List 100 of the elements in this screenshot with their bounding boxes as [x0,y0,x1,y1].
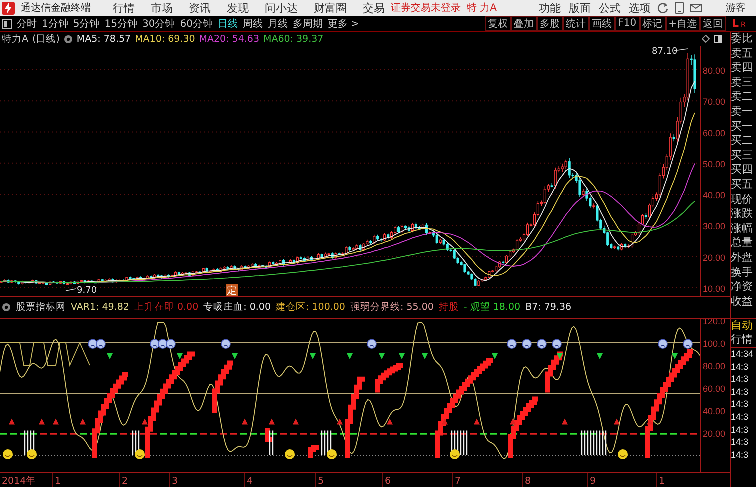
vertical-bars-drawing [24,430,35,456]
panel-icon[interactable] [714,35,722,43]
face-icon [96,339,106,350]
up-triangle-icon [387,418,393,425]
tool-button[interactable]: 统计 [563,16,590,31]
up-triangle-icon [647,418,653,425]
period-tab[interactable]: 5分钟 [73,16,100,30]
menu-item[interactable]: 交易 [363,0,385,16]
quote-field-label: 外盘 [731,250,754,266]
indicator-value: 强弱分界线: 55.00 [350,301,434,314]
vertical-bars-drawing [581,430,607,456]
up-triangle-icon [337,418,343,425]
period-tab[interactable]: 日线 [218,16,238,30]
tool-button[interactable]: 复权 [485,16,512,31]
menu-item[interactable]: 选项 [629,0,651,16]
indicator-value: 上升在即 0.00 [134,301,199,314]
quote-label[interactable]: 行情 [731,333,756,348]
smiley-icon [285,450,295,460]
axis-label: 60.00 [703,384,726,394]
down-triangle-icon [310,354,316,360]
time-label: 14:3 [731,373,750,386]
menu-item[interactable]: 市场 [151,0,173,16]
face-icon [507,339,517,350]
menu-item[interactable]: 资讯 [189,0,211,16]
phone-icon[interactable] [675,2,684,14]
date-label: 6 [385,476,392,487]
menu-item[interactable]: 功能 [539,0,561,16]
date-label: 9 [590,476,596,487]
period-tab[interactable]: 30分钟 [142,16,176,30]
period-tab[interactable]: 分时 [17,16,37,30]
period-tab[interactable]: 1分钟 [42,16,68,30]
face-icon [658,339,668,350]
settings-icon[interactable] [64,34,73,44]
menu-item[interactable]: 行情 [113,0,135,16]
period-tab[interactable]: 月线 [268,16,288,30]
tool-button[interactable]: 多股 [537,16,564,31]
leader-line [66,288,76,292]
date-label: 8 [525,476,532,487]
smiley-icon [618,450,628,460]
down-triangle-icon [422,354,428,360]
quote-field-label: 卖三 [731,76,754,90]
tool-button[interactable]: 叠加 [511,16,538,31]
up-triangle-icon [242,418,248,425]
date-label: 2014年 [2,476,36,487]
date-label: 5 [318,476,324,487]
axis-label: 80.00 [703,66,726,76]
down-triangle-icon [672,354,678,360]
up-triangle-icon [142,418,148,425]
period-tab[interactable]: 多周期 [292,16,323,30]
date-label: 2 [122,476,128,487]
face-icon [221,339,231,350]
down-triangle-icon [232,354,238,360]
quote-field-label: 收益 [731,294,754,310]
vertical-bars-drawing [451,430,468,456]
quote-field-label: 换手 [731,266,754,280]
face-icon [166,339,176,350]
refresh-icon[interactable] [657,2,669,14]
up-triangle-icon [80,418,86,425]
period-tab[interactable]: 60分钟 [180,16,213,30]
tool-button[interactable]: 标记 [640,16,666,31]
user-name[interactable]: 游客 [726,1,746,15]
indicator-value: - 观望 18.00 [464,301,521,314]
date-label: 3 [172,476,178,487]
envelope-icon[interactable] [690,3,702,13]
period-tab[interactable]: 周线 [242,16,263,30]
menu-item[interactable]: 版面 [569,0,591,16]
tool-button[interactable]: +自选 [666,16,700,31]
period-label: (日线) [32,32,60,46]
tool-button[interactable]: F10 [615,16,640,31]
up-triangle-icon [474,418,480,425]
date-label: 7 [455,476,462,487]
rising-step-line [212,360,233,413]
period-tab[interactable]: 15分钟 [104,16,138,30]
ma-value: MA5: 78.57 [76,34,132,44]
face-icon [88,339,98,350]
menu-item[interactable]: 公式 [599,0,621,16]
menu-item[interactable]: 发现 [227,0,249,16]
ma-value: MA60: 39.37 [264,34,324,44]
up-triangle-icon [269,418,275,425]
low-price-label: 9.70 [77,286,98,296]
smiley-icon [327,450,337,460]
rising-step-line [308,445,319,458]
indicator-value: VAR1: 49.82 [71,302,130,313]
down-triangle-icon [107,354,113,360]
vertical-bars-drawing [269,430,274,456]
menu-item[interactable]: 财富圈 [314,0,347,16]
diamond-icon[interactable] [702,35,710,43]
auto-label[interactable]: 自动 [731,319,756,333]
settings-icon[interactable] [2,303,11,312]
axis-label: 20.00 [703,252,726,263]
quote-field-label: 委比 [731,32,754,47]
more-menu[interactable]: 更多 > [328,16,360,30]
menu-item[interactable]: 问小达 [265,0,298,16]
time-label: 14:3 [731,386,750,398]
quote-field-label: 卖四 [731,61,754,76]
up-triangle-icon [39,418,45,425]
axis-label: 50.00 [703,159,726,170]
tool-button[interactable]: 返回 [700,16,726,31]
window-icon[interactable] [2,18,12,28]
tool-button[interactable]: 画线 [589,16,616,31]
